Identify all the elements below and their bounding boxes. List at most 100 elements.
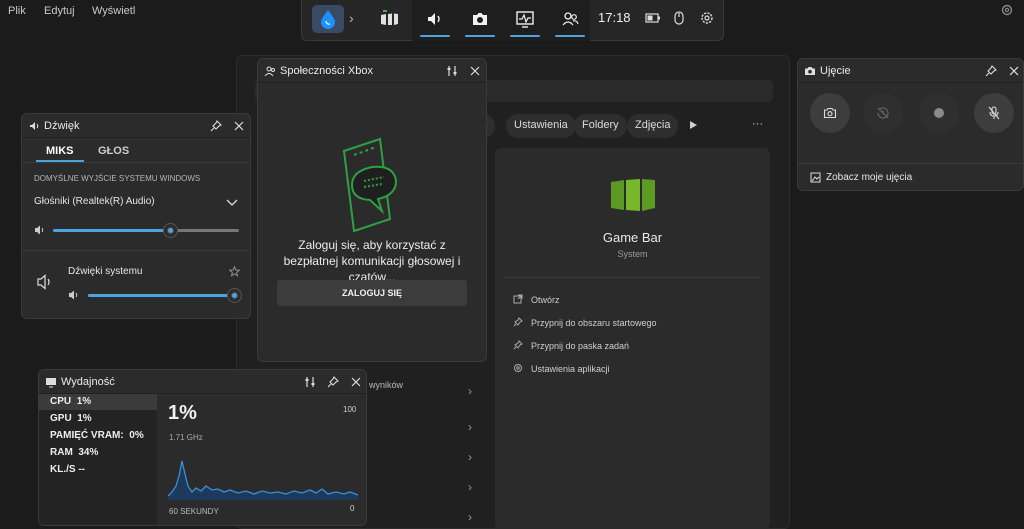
camera-icon bbox=[473, 13, 487, 25]
chevron-down-icon[interactable] bbox=[226, 197, 238, 207]
metric-value: 0% bbox=[129, 430, 144, 441]
xbox-social-titlebar: Społeczności Xbox bbox=[258, 59, 486, 83]
gallery-icon bbox=[810, 172, 821, 183]
partial-label: wyników bbox=[369, 380, 404, 390]
audio-widget: Dźwięk MIKS GŁOS DOMYŚLNE WYJŚCIE SYSTEM… bbox=[21, 113, 251, 319]
metric-value: 1% bbox=[77, 413, 92, 424]
widget-strip bbox=[412, 0, 590, 41]
metric-vram[interactable]: PAMIĘĆ VRAM: 0% bbox=[50, 430, 144, 441]
metric-cpu[interactable]: CPU 1% bbox=[50, 396, 91, 407]
speaker-outline-icon bbox=[37, 274, 50, 290]
divider bbox=[505, 277, 760, 278]
cpu-usage-big: 1% bbox=[168, 402, 197, 424]
performance-titlebar: Wydajność bbox=[39, 370, 366, 394]
capture-titlebar: Ujęcie bbox=[798, 59, 1023, 83]
action-pin-taskbar[interactable]: Przypnij do paska zadań bbox=[513, 340, 629, 351]
xbox-social-widget: Społeczności Xbox Zaloguj się, aby korzy… bbox=[257, 58, 487, 362]
tab-voice[interactable]: GŁOS bbox=[98, 145, 129, 157]
chevron-right-icon[interactable]: › bbox=[468, 480, 472, 494]
record-button[interactable] bbox=[919, 93, 959, 133]
close-icon[interactable] bbox=[349, 375, 363, 389]
history-icon bbox=[877, 107, 889, 119]
xbox-widget-icon[interactable] bbox=[378, 8, 400, 30]
menu-edit[interactable]: Edytuj bbox=[44, 5, 75, 17]
see-my-captures-link[interactable]: Zobacz moje ujęcia bbox=[826, 172, 912, 183]
audio-widget-button[interactable] bbox=[420, 8, 450, 37]
metric-fps[interactable]: KL./S -- bbox=[50, 464, 85, 475]
performance-widget-button[interactable] bbox=[510, 8, 540, 37]
slider-thumb[interactable] bbox=[227, 289, 241, 302]
star-icon[interactable] bbox=[229, 266, 240, 277]
cpu-frequency: 1.71 GHz bbox=[169, 433, 203, 442]
monitor-icon bbox=[46, 378, 56, 388]
more-button[interactable]: ··· bbox=[752, 118, 763, 130]
output-device-select[interactable]: Głośniki (Realtek(R) Audio) bbox=[34, 196, 155, 207]
audio-title: Dźwięk bbox=[44, 120, 80, 132]
metric-name: GPU bbox=[50, 413, 72, 424]
settings-sliders-icon[interactable] bbox=[303, 375, 317, 389]
app-name: Game Bar bbox=[602, 230, 663, 245]
xbox-social-title: Społeczności Xbox bbox=[280, 65, 373, 77]
gamebar-app-icon bbox=[611, 179, 655, 211]
app-volume-slider[interactable] bbox=[88, 289, 241, 302]
action-app-settings[interactable]: Ustawienia aplikacji bbox=[513, 363, 610, 374]
chevron-right-icon[interactable]: › bbox=[468, 384, 472, 398]
graph-min-label: 0 bbox=[350, 504, 355, 513]
gear-icon[interactable] bbox=[1000, 3, 1014, 17]
active-indicator bbox=[420, 35, 450, 37]
app-volume-label: Dźwięki systemu bbox=[68, 266, 143, 277]
slider-fill bbox=[88, 294, 234, 297]
action-pin-taskbar-label: Przypnij do paska zadań bbox=[531, 341, 630, 351]
action-open[interactable]: Otwórz bbox=[513, 294, 560, 305]
capture-title: Ujęcie bbox=[820, 65, 851, 77]
tab-mix[interactable]: MIKS bbox=[46, 145, 74, 157]
settings-sliders-icon[interactable] bbox=[445, 64, 459, 78]
menu-file[interactable]: Plik bbox=[8, 5, 26, 17]
camera-icon bbox=[823, 107, 837, 119]
clock: 17:18 bbox=[598, 10, 631, 25]
tab-photos[interactable]: Zdjęcia bbox=[627, 114, 679, 138]
metrics-list: CPU 1% GPU 1% PAMIĘĆ VRAM: 0% RAM 34% KL… bbox=[39, 394, 157, 525]
menu-view[interactable]: Wyświetl bbox=[92, 5, 135, 17]
slider-fill bbox=[53, 229, 171, 232]
monitor-graph-icon bbox=[516, 11, 534, 28]
chevron-right-icon[interactable]: › bbox=[349, 10, 354, 26]
metric-gpu[interactable]: GPU 1% bbox=[50, 413, 92, 424]
app-subtitle: System bbox=[617, 249, 648, 259]
slider-thumb[interactable] bbox=[164, 224, 178, 237]
gamebar-home-button[interactable] bbox=[312, 5, 344, 33]
tab-settings[interactable]: Ustawienia bbox=[506, 114, 576, 138]
pin-icon[interactable] bbox=[984, 64, 998, 78]
gear-icon[interactable] bbox=[699, 10, 715, 26]
close-icon[interactable] bbox=[1007, 64, 1021, 78]
close-icon[interactable] bbox=[232, 119, 246, 133]
sign-in-button[interactable]: ZALOGUJ SIĘ bbox=[277, 280, 467, 306]
performance-title: Wydajność bbox=[61, 376, 115, 388]
tab-folders[interactable]: Foldery bbox=[574, 114, 627, 138]
divider bbox=[22, 250, 250, 251]
metric-value: -- bbox=[78, 464, 86, 475]
close-icon[interactable] bbox=[468, 64, 482, 78]
speaker-icon bbox=[428, 13, 440, 25]
metric-name: RAM bbox=[50, 447, 73, 458]
chevron-right-icon[interactable]: › bbox=[468, 510, 472, 524]
people-icon bbox=[562, 12, 579, 26]
chevron-right-icon[interactable]: › bbox=[468, 450, 472, 464]
open-external-icon bbox=[513, 294, 523, 304]
record-last-button[interactable] bbox=[863, 93, 903, 133]
pin-icon[interactable] bbox=[209, 119, 223, 133]
mic-toggle-button[interactable] bbox=[974, 93, 1014, 133]
record-dot-icon bbox=[934, 108, 944, 118]
action-pin-start[interactable]: Przypnij do obszaru startowego bbox=[513, 317, 657, 328]
metric-ram[interactable]: RAM 34% bbox=[50, 447, 98, 458]
pin-icon[interactable] bbox=[326, 375, 340, 389]
chevron-right-icon[interactable]: › bbox=[468, 420, 472, 434]
play-icon[interactable] bbox=[688, 120, 698, 130]
camera-icon bbox=[805, 67, 815, 75]
social-widget-button[interactable] bbox=[555, 8, 585, 37]
screenshot-button[interactable] bbox=[810, 93, 850, 133]
speaker-icon bbox=[30, 122, 39, 130]
master-volume-slider[interactable] bbox=[53, 224, 239, 237]
capture-widget-button[interactable] bbox=[465, 8, 495, 37]
audio-titlebar: Dźwięk bbox=[22, 114, 250, 138]
